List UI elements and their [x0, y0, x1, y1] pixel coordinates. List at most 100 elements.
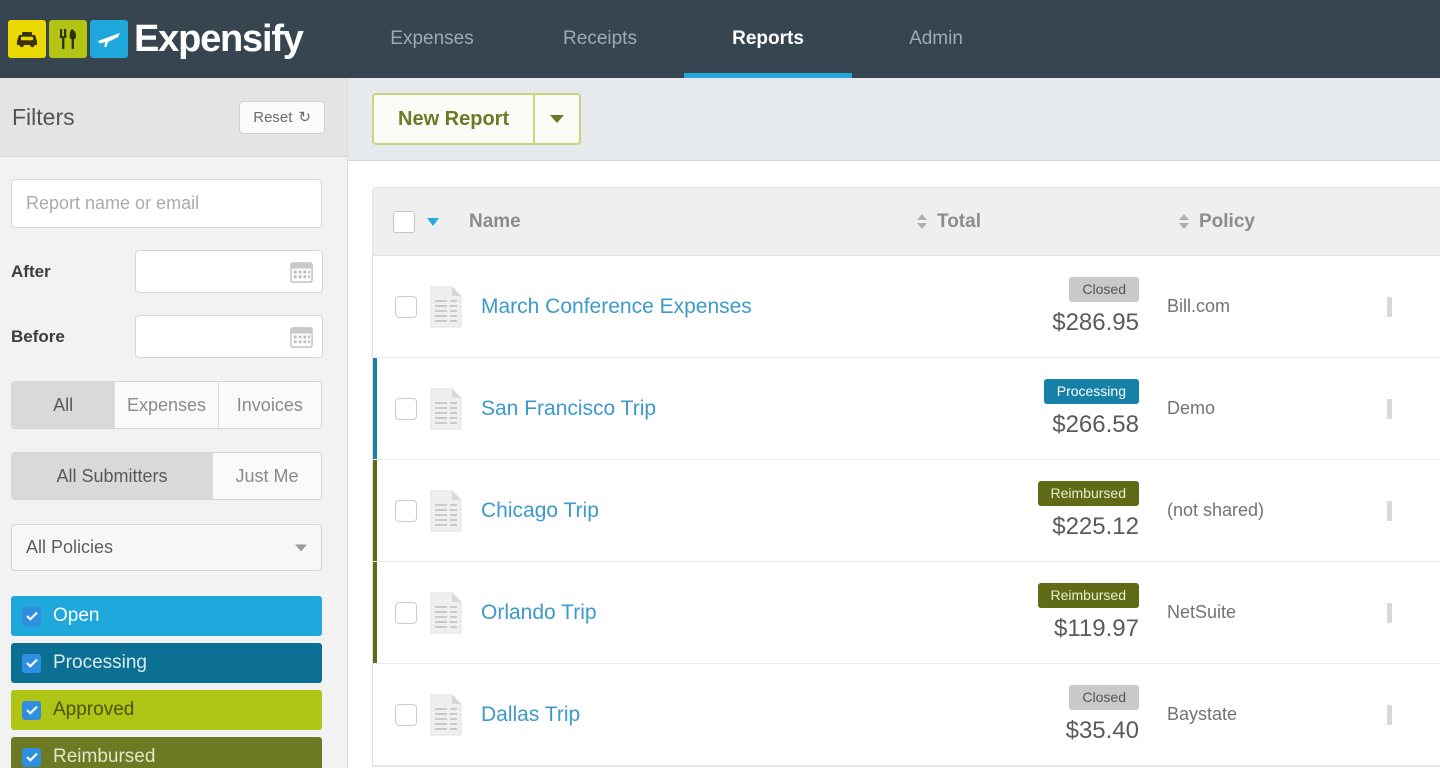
status-filter-list: Open Processing Approved Reimbursed: [11, 596, 336, 768]
search-input[interactable]: Report name or email: [11, 179, 322, 228]
table-row[interactable]: San Francisco Trip Processing $266.58 De…: [373, 358, 1440, 460]
report-name-link[interactable]: Orlando Trip: [481, 601, 597, 625]
row-extra-cell: [1369, 704, 1440, 725]
caret-down-icon: [550, 115, 565, 123]
report-name-link[interactable]: March Conference Expenses: [481, 295, 752, 319]
checkbox-checked-icon[interactable]: [22, 700, 41, 720]
row-amount: $286.95: [1052, 308, 1139, 336]
report-name-link[interactable]: Chicago Trip: [481, 499, 599, 523]
filters-sidebar: Filters Reset ↻ Report name or email Aft…: [0, 78, 348, 768]
sort-icon[interactable]: [917, 214, 927, 229]
row-name-cell: Dallas Trip: [429, 694, 877, 736]
brand-name: Expensify: [134, 18, 304, 60]
row-checkbox[interactable]: [395, 499, 417, 522]
filters-header: Filters Reset ↻: [0, 78, 347, 157]
row-extra-cell: [1369, 602, 1440, 623]
report-document-icon: [430, 694, 462, 735]
status-filter-approved[interactable]: Approved: [11, 690, 322, 730]
row-checkbox[interactable]: [395, 703, 417, 726]
brand-logo[interactable]: Expensify: [0, 0, 348, 78]
report-document-icon: [430, 388, 462, 429]
search-placeholder: Report name or email: [26, 193, 200, 213]
policy-select-value: All Policies: [26, 537, 114, 557]
column-header-total-label: Total: [937, 210, 981, 232]
row-status-stripe: [373, 460, 377, 561]
nav-item-admin[interactable]: Admin: [852, 0, 1020, 78]
table-header-row: Name Total Policy: [373, 188, 1440, 256]
table-row[interactable]: March Conference Expenses Closed $286.95…: [373, 256, 1440, 358]
nav-item-reports[interactable]: Reports: [684, 0, 852, 78]
status-label-approved: Approved: [53, 699, 135, 720]
after-label: After: [11, 261, 51, 281]
status-badge: Closed: [1069, 276, 1139, 302]
checkbox-checked-icon[interactable]: [22, 606, 41, 626]
filters-body: Report name or email After Before All Ex…: [0, 157, 347, 768]
status-filter-reimbursed[interactable]: Reimbursed: [11, 737, 322, 768]
before-date-input[interactable]: [135, 315, 323, 358]
row-name-cell: Chicago Trip: [429, 490, 877, 532]
new-report-split-button[interactable]: New Report: [372, 93, 582, 145]
report-name-link[interactable]: San Francisco Trip: [481, 397, 656, 421]
select-menu-caret-icon[interactable]: [427, 217, 439, 226]
table-row[interactable]: Dallas Trip Closed $35.40 Baystate: [373, 664, 1440, 766]
type-filter-invoices[interactable]: Invoices: [218, 382, 321, 428]
main-content: New Report Name Total Policy March Confe…: [348, 78, 1440, 768]
type-filter-expenses[interactable]: Expenses: [115, 382, 219, 428]
table-row[interactable]: Chicago Trip Reimbursed $225.12 (not sha…: [373, 460, 1440, 562]
new-report-dropdown-button[interactable]: [535, 95, 579, 143]
sort-icon[interactable]: [1179, 214, 1189, 229]
status-badge: Closed: [1069, 684, 1139, 710]
type-filter-all[interactable]: All: [12, 382, 116, 428]
row-checkbox[interactable]: [395, 397, 417, 420]
taxi-icon: [8, 20, 46, 58]
status-label-reimbursed: Reimbursed: [53, 746, 156, 767]
column-header-name[interactable]: Name: [469, 211, 917, 233]
report-document-icon: [430, 490, 462, 531]
status-badge: Reimbursed: [1037, 480, 1139, 506]
main-nav: Expenses Receipts Reports Admin: [348, 0, 1440, 78]
new-report-button[interactable]: New Report: [374, 95, 536, 143]
calendar-icon: [290, 262, 313, 283]
checkbox-checked-icon[interactable]: [22, 747, 41, 767]
row-total-cell: Closed $35.40: [877, 684, 1139, 745]
report-name-link[interactable]: Dallas Trip: [481, 703, 580, 727]
policy-select[interactable]: All Policies: [11, 524, 322, 571]
column-header-total[interactable]: Total: [917, 211, 1179, 233]
row-policy-cell: Baystate: [1167, 704, 1238, 724]
column-header-policy[interactable]: Policy: [1179, 211, 1409, 233]
row-checkbox[interactable]: [395, 601, 417, 624]
row-status-stripe: [373, 256, 377, 357]
status-filter-processing[interactable]: Processing: [11, 643, 322, 683]
chevron-down-icon: [295, 544, 307, 551]
select-all-checkbox[interactable]: [393, 210, 415, 233]
row-total-cell: Reimbursed $225.12: [877, 480, 1139, 541]
row-policy-cell: Demo: [1167, 398, 1216, 418]
row-extra-marker: [1387, 296, 1392, 317]
row-extra-cell: [1369, 500, 1440, 521]
status-badge: Reimbursed: [1037, 582, 1139, 608]
after-date-row: After: [11, 250, 336, 293]
row-extra-cell: [1369, 398, 1440, 419]
report-document-icon: [430, 286, 462, 327]
status-filter-open[interactable]: Open: [11, 596, 322, 636]
row-extra-marker: [1387, 500, 1392, 521]
reset-filters-button[interactable]: Reset ↻: [239, 100, 325, 134]
row-extra-marker: [1387, 602, 1392, 623]
row-policy-cell: Bill.com: [1167, 296, 1231, 316]
table-row[interactable]: Orlando Trip Reimbursed $119.97 NetSuite: [373, 562, 1440, 664]
nav-item-expenses[interactable]: Expenses: [348, 0, 516, 78]
reports-toolbar: New Report: [348, 78, 1440, 161]
submitter-filter-just-me[interactable]: Just Me: [212, 453, 321, 499]
after-date-input[interactable]: [135, 250, 323, 293]
type-filter-group: All Expenses Invoices: [11, 381, 322, 429]
row-extra-marker: [1387, 398, 1392, 419]
row-checkbox[interactable]: [395, 295, 417, 318]
logo-tiles: [8, 20, 128, 58]
row-policy-cell: (not shared): [1167, 500, 1265, 520]
expensify-app: Expensify Expenses Receipts Reports Admi…: [0, 0, 1440, 768]
submitter-filter-all[interactable]: All Submitters: [12, 453, 213, 499]
nav-item-receipts[interactable]: Receipts: [516, 0, 684, 78]
top-bar: Expensify Expenses Receipts Reports Admi…: [0, 0, 1440, 78]
select-all-cell: [373, 210, 469, 233]
checkbox-checked-icon[interactable]: [22, 653, 41, 673]
